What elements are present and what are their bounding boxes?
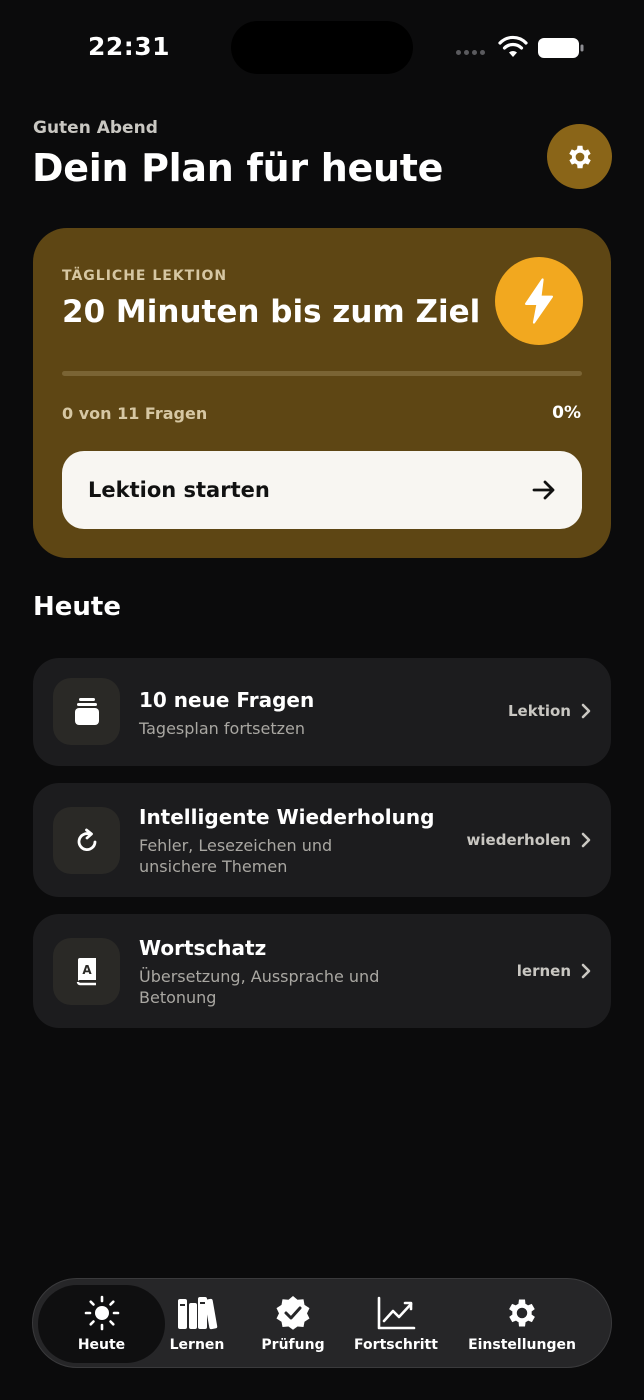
row-action-label: wiederholen xyxy=(466,831,571,849)
books-icon xyxy=(178,1297,218,1330)
list-item-smart-review[interactable]: Intelligente Wiederholung Fehler, Leseze… xyxy=(33,783,611,897)
status-time: 22:31 xyxy=(88,32,171,61)
row-subtitle: Fehler, Lesezeichen und unsichere Themen xyxy=(139,836,333,876)
battery-icon xyxy=(538,38,584,58)
card-title: 20 Minuten bis zum Ziel xyxy=(62,294,481,330)
progress-text: 0 von 11 Fragen xyxy=(62,404,208,423)
row-title: Intelligente Wiederholung xyxy=(139,805,435,829)
row-title: 10 neue Fragen xyxy=(139,688,315,712)
cellular-signal-icon xyxy=(456,50,485,55)
row-title: Wortschatz xyxy=(139,936,267,960)
tab-fortschritt[interactable]: Fortschritt xyxy=(351,1279,441,1369)
bolt-badge xyxy=(495,257,583,345)
sun-icon xyxy=(84,1295,119,1331)
chevron-right-icon xyxy=(581,832,591,848)
tab-pruefung[interactable]: Prüfung xyxy=(251,1279,335,1369)
start-lesson-button[interactable]: Lektion starten xyxy=(62,451,582,529)
bolt-icon xyxy=(524,278,554,324)
row-icon-box: A xyxy=(53,938,120,1005)
row-action-label: lernen xyxy=(516,962,571,980)
dynamic-island xyxy=(231,21,413,74)
status-bar: 22:31 xyxy=(0,0,644,96)
chevron-right-icon xyxy=(581,963,591,979)
tab-label: Fortschritt xyxy=(354,1337,438,1353)
dictionary-icon: A xyxy=(76,957,96,985)
tab-einstellungen[interactable]: Einstellungen xyxy=(465,1279,579,1369)
row-icon-box xyxy=(53,807,120,874)
row-subtitle: Übersetzung, Aussprache und Betonung xyxy=(139,967,380,1007)
wifi-icon xyxy=(498,35,528,57)
list-item-vocabulary[interactable]: A Wortschatz Übersetzung, Aussprache und… xyxy=(33,914,611,1028)
badge-check-icon xyxy=(276,1295,310,1330)
repeat-icon xyxy=(77,828,96,851)
tab-label: Prüfung xyxy=(261,1337,325,1353)
card-kicker: TÄGLICHE LEKTION xyxy=(62,268,228,284)
settings-button[interactable] xyxy=(547,124,612,189)
progress-bar xyxy=(62,371,582,376)
row-icon-box xyxy=(53,678,120,745)
page-title: Dein Plan für heute xyxy=(32,146,444,190)
row-action: wiederholen xyxy=(467,831,591,849)
stack-icon xyxy=(74,697,99,725)
chart-icon xyxy=(377,1296,416,1330)
daily-lesson-card: TÄGLICHE LEKTION 20 Minuten bis zum Ziel… xyxy=(33,228,611,558)
tab-label: Einstellungen xyxy=(468,1337,576,1353)
section-title-today: Heute xyxy=(33,592,121,622)
tab-bar: Heute Lernen Prüfung Fortschritt Einstel… xyxy=(32,1278,612,1368)
gear-icon xyxy=(509,1299,535,1327)
row-subtitle: Tagesplan fortsetzen xyxy=(139,719,306,738)
svg-text:A: A xyxy=(82,963,92,977)
row-action: lernen xyxy=(517,962,591,980)
greeting-text: Guten Abend xyxy=(33,118,158,138)
tab-label: Lernen xyxy=(169,1337,225,1353)
progress-percent: 0% xyxy=(552,403,581,423)
start-lesson-label: Lektion starten xyxy=(88,478,270,502)
list-item-new-questions[interactable]: 10 neue Fragen Tagesplan fortsetzen Lekt… xyxy=(33,658,611,766)
tab-lernen[interactable]: Lernen xyxy=(155,1279,239,1369)
row-action: Lektion xyxy=(508,702,591,720)
chevron-right-icon xyxy=(581,703,591,719)
row-action-label: Lektion xyxy=(507,702,571,720)
tab-heute[interactable]: Heute xyxy=(38,1285,165,1363)
gear-icon xyxy=(568,145,591,168)
arrow-right-icon xyxy=(532,480,555,500)
tab-label: Heute xyxy=(77,1337,126,1353)
